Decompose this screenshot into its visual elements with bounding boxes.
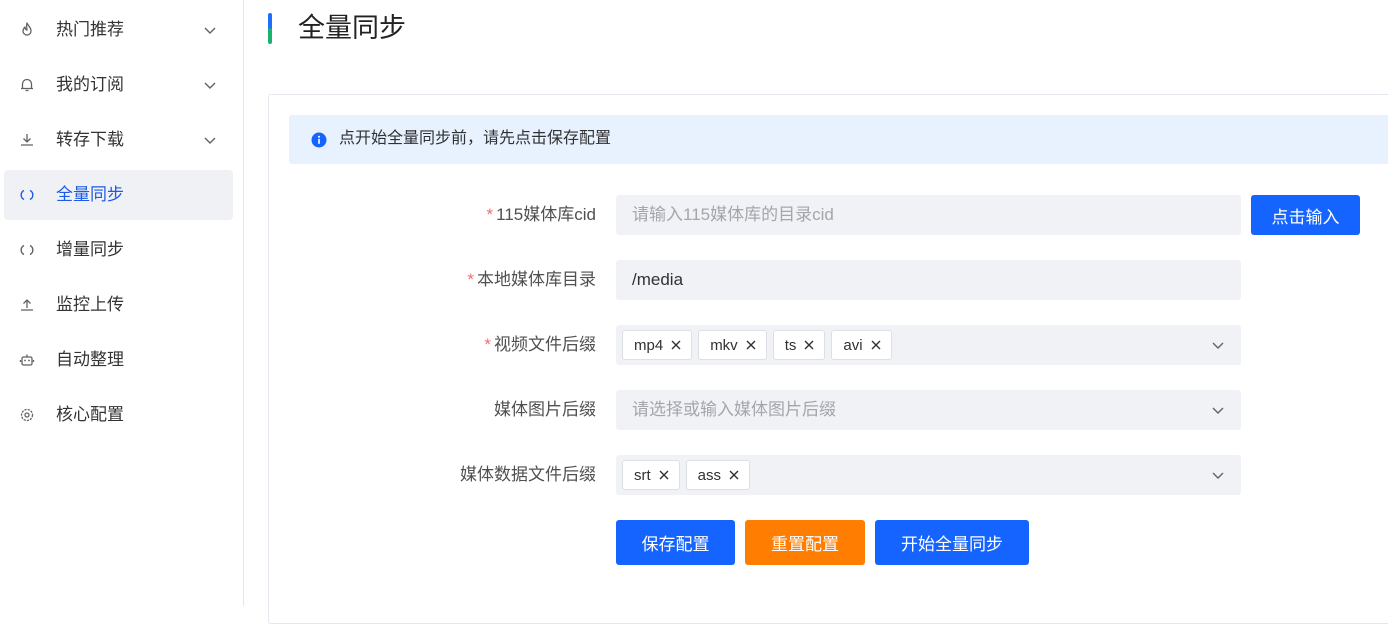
video-ext-select[interactable]: mp4 mkv ts avi: [616, 325, 1241, 365]
meta-ext-select[interactable]: srt ass: [616, 455, 1241, 495]
sidebar: 热门推荐 我的订阅 转存下载 全量同步 增量同步 监控上传 自动整理 核心配置: [0, 0, 244, 606]
bell-icon: [21, 78, 33, 92]
close-icon[interactable]: [728, 469, 740, 481]
sidebar-item-incremental-sync[interactable]: 增量同步: [4, 225, 233, 275]
tag-ts: ts: [772, 330, 826, 360]
gear-icon: [20, 408, 34, 422]
save-config-button[interactable]: 保存配置: [616, 520, 735, 565]
page-title: 全量同步: [298, 13, 406, 43]
sync-icon: [20, 189, 34, 201]
tag-avi: avi: [831, 330, 892, 360]
tag-mkv: mkv: [698, 330, 767, 360]
meta-ext-label: 媒体数据文件后缀: [460, 465, 596, 484]
upload-icon: [21, 299, 33, 311]
info-icon: [311, 132, 327, 148]
required-star: *: [467, 270, 474, 289]
download-icon: [21, 134, 33, 146]
required-star: *: [486, 205, 494, 224]
local-dir-input[interactable]: /media: [616, 260, 1241, 300]
close-icon[interactable]: [803, 339, 815, 351]
reset-config-button[interactable]: 重置配置: [745, 520, 865, 565]
chevron-down-icon[interactable]: [1211, 468, 1225, 482]
image-ext-select[interactable]: 请选择或输入媒体图片后缀: [616, 390, 1241, 430]
image-ext-placeholder: 请选择或输入媒体图片后缀: [632, 400, 836, 419]
sidebar-item-label: 我的订阅: [56, 75, 124, 94]
close-icon[interactable]: [658, 469, 670, 481]
sidebar-item-label: 全量同步: [56, 185, 124, 204]
sidebar-item-auto-organize[interactable]: 自动整理: [4, 335, 233, 385]
title-accent-bar: [268, 13, 272, 44]
chevron-down-icon: [204, 137, 216, 144]
robot-icon: [19, 354, 35, 366]
tag-ass: ass: [685, 460, 751, 490]
local-dir-label: * 本地媒体库目录: [467, 270, 596, 289]
click-input-button[interactable]: 点击输入: [1251, 195, 1360, 235]
cid-label: * 115媒体库cid: [486, 205, 596, 224]
sidebar-item-full-sync[interactable]: 全量同步: [4, 170, 233, 220]
chevron-down-icon: [204, 82, 216, 89]
chevron-down-icon: [204, 27, 216, 34]
sidebar-item-label: 自动整理: [56, 350, 124, 369]
local-dir-value: /media: [632, 270, 684, 289]
chevron-down-icon[interactable]: [1211, 403, 1225, 417]
meta-ext-tags: srt ass: [622, 460, 751, 490]
sidebar-item-core-config[interactable]: 核心配置: [4, 390, 233, 440]
sidebar-item-label: 转存下载: [56, 130, 124, 149]
sidebar-item-label: 增量同步: [56, 240, 124, 259]
sidebar-item-hot-recommend[interactable]: 热门推荐: [4, 5, 233, 55]
start-full-sync-button[interactable]: 开始全量同步: [875, 520, 1029, 565]
tag-mp4: mp4: [622, 330, 693, 360]
chevron-down-icon[interactable]: [1211, 338, 1225, 352]
alert-text: 点开始全量同步前，请先点击保存配置: [339, 130, 612, 147]
video-ext-label: * 视频文件后缀: [484, 335, 596, 354]
fire-icon: [22, 22, 32, 36]
tag-srt: srt: [622, 460, 680, 490]
cid-input[interactable]: 请输入115媒体库的目录cid: [616, 195, 1241, 235]
image-ext-label: 媒体图片后缀: [494, 400, 596, 419]
sync-icon: [20, 244, 34, 256]
close-icon[interactable]: [745, 339, 757, 351]
sidebar-item-label: 热门推荐: [56, 20, 124, 39]
video-ext-tags: mp4 mkv ts avi: [622, 330, 892, 360]
sidebar-item-monitor-upload[interactable]: 监控上传: [4, 280, 233, 330]
sidebar-item-label: 核心配置: [56, 405, 124, 424]
sidebar-item-save-download[interactable]: 转存下载: [4, 115, 233, 165]
close-icon[interactable]: [870, 339, 882, 351]
sidebar-item-label: 监控上传: [56, 295, 124, 314]
required-star: *: [484, 335, 491, 354]
close-icon[interactable]: [670, 339, 682, 351]
cid-placeholder: 请输入115媒体库的目录cid: [632, 205, 834, 224]
sidebar-item-my-subscriptions[interactable]: 我的订阅: [4, 60, 233, 110]
info-alert: 点开始全量同步前，请先点击保存配置: [289, 115, 1388, 164]
